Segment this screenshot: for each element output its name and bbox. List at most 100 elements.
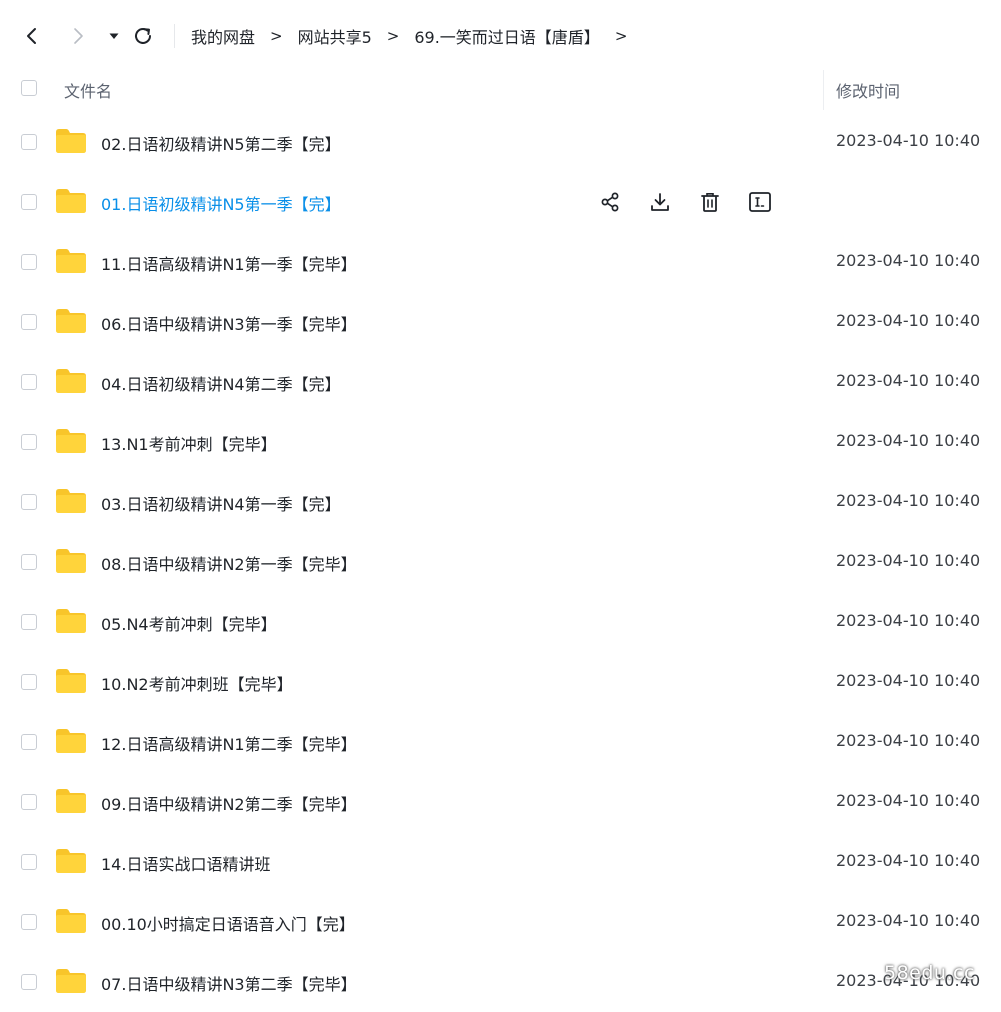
modified-time: 2023-04-10 10:40 (836, 791, 981, 810)
rename-button[interactable] (746, 188, 774, 216)
row-actions (596, 188, 796, 216)
column-header-name[interactable]: 文件名 (64, 78, 112, 102)
watermark: 58edu.cc (884, 962, 975, 984)
refresh-icon (135, 27, 151, 44)
chevron-right-icon (74, 28, 83, 44)
row-checkbox[interactable] (21, 614, 37, 630)
share-icon (601, 192, 619, 212)
row-checkbox[interactable] (21, 854, 37, 870)
navigation-bar: 我的网盘 > 网站共享5 > 69.一笑而过日语【唐盾】 > (0, 0, 1001, 70)
modified-time: 2023-04-10 10:40 (836, 671, 981, 690)
file-name[interactable]: 05.N4考前冲刺【完毕】 (101, 611, 277, 635)
breadcrumb-separator[interactable]: > (615, 27, 628, 45)
file-name[interactable]: 02.日语初级精讲N5第二季【完】 (101, 131, 341, 155)
rename-icon (749, 192, 771, 212)
file-row[interactable]: 00.10小时搞定日语语音入门【完】 2023-04-10 10:40 (0, 892, 1001, 952)
breadcrumb-separator: > (386, 27, 400, 45)
modified-time: 2023-04-10 10:40 (836, 551, 981, 570)
nav-divider (174, 24, 175, 48)
file-name[interactable]: 13.N1考前冲刺【完毕】 (101, 431, 277, 455)
modified-time: 2023-04-10 10:40 (836, 611, 981, 630)
file-name[interactable]: 14.日语实战口语精讲班 (101, 851, 270, 875)
file-name[interactable]: 11.日语高级精讲N1第一季【完毕】 (101, 251, 357, 275)
file-name[interactable]: 09.日语中级精讲N2第二季【完毕】 (101, 791, 357, 815)
file-row[interactable]: 12.日语高级精讲N1第二季【完毕】 2023-04-10 10:40 (0, 712, 1001, 772)
folder-icon (56, 609, 86, 633)
row-checkbox[interactable] (21, 554, 37, 570)
column-header-modified[interactable]: 修改时间 (836, 78, 900, 102)
file-row[interactable]: 03.日语初级精讲N4第一季【完】 2023-04-10 10:40 (0, 472, 1001, 532)
modified-time: 2023-04-10 10:40 (836, 911, 981, 930)
modified-time: 2023-04-10 10:40 (836, 131, 981, 150)
file-row[interactable]: 11.日语高级精讲N1第一季【完毕】 2023-04-10 10:40 (0, 232, 1001, 292)
file-row[interactable]: 04.日语初级精讲N4第二季【完】 2023-04-10 10:40 (0, 352, 1001, 412)
modified-time: 2023-04-10 10:40 (836, 491, 981, 510)
row-checkbox[interactable] (21, 794, 37, 810)
row-checkbox[interactable] (21, 914, 37, 930)
breadcrumb-item-root[interactable]: 我的网盘 (191, 24, 255, 48)
file-name[interactable]: 03.日语初级精讲N4第一季【完】 (101, 491, 341, 515)
list-header: 文件名 修改时间 (0, 66, 1001, 110)
file-name[interactable]: 08.日语中级精讲N2第一季【完毕】 (101, 551, 357, 575)
modified-time: 2023-04-10 10:40 (836, 431, 981, 450)
file-name[interactable]: 04.日语初级精讲N4第二季【完】 (101, 371, 341, 395)
file-name[interactable]: 07.日语中级精讲N3第二季【完毕】 (101, 971, 357, 995)
modified-time: 2023-04-10 10:40 (836, 731, 981, 750)
file-row[interactable]: 10.N2考前冲刺班【完毕】 2023-04-10 10:40 (0, 652, 1001, 712)
folder-icon (56, 549, 86, 573)
file-row[interactable]: 14.日语实战口语精讲班 2023-04-10 10:40 (0, 832, 1001, 892)
file-row[interactable]: 02.日语初级精讲N5第二季【完】 2023-04-10 10:40 (0, 112, 1001, 172)
file-name[interactable]: 10.N2考前冲刺班【完毕】 (101, 671, 293, 695)
breadcrumb-item-share[interactable]: 网站共享5 (298, 24, 372, 48)
column-divider[interactable] (823, 70, 824, 110)
folder-icon (56, 969, 86, 993)
file-row[interactable]: 09.日语中级精讲N2第二季【完毕】 2023-04-10 10:40 (0, 772, 1001, 832)
delete-button[interactable] (696, 188, 724, 216)
caret-down-icon (109, 33, 119, 39)
forward-button[interactable] (64, 22, 92, 50)
breadcrumb-separator: > (270, 27, 283, 45)
folder-icon (56, 789, 86, 813)
folder-icon (56, 249, 86, 273)
folder-icon (56, 849, 86, 873)
download-button[interactable] (646, 188, 674, 216)
row-checkbox[interactable] (21, 194, 37, 210)
folder-icon (56, 129, 86, 153)
file-row[interactable]: 13.N1考前冲刺【完毕】 2023-04-10 10:40 (0, 412, 1001, 472)
row-checkbox[interactable] (21, 674, 37, 690)
row-checkbox[interactable] (21, 374, 37, 390)
delete-icon (701, 193, 719, 212)
refresh-button[interactable] (129, 22, 157, 50)
breadcrumb-item-current[interactable]: 69.一笑而过日语【唐盾】 (414, 24, 599, 48)
file-name[interactable]: 06.日语中级精讲N3第一季【完毕】 (101, 311, 357, 335)
file-name[interactable]: 12.日语高级精讲N1第二季【完毕】 (101, 731, 357, 755)
row-checkbox[interactable] (21, 254, 37, 270)
folder-icon (56, 309, 86, 333)
folder-icon (56, 369, 86, 393)
modified-time: 2023-04-10 10:40 (836, 371, 981, 390)
file-name[interactable]: 00.10小时搞定日语语音入门【完】 (101, 911, 355, 935)
chevron-left-icon (27, 28, 36, 44)
modified-time: 2023-04-10 10:40 (836, 311, 981, 330)
history-dropdown-button[interactable] (100, 22, 128, 50)
row-checkbox[interactable] (21, 314, 37, 330)
file-row[interactable]: 01.日语初级精讲N5第一季【完】 (0, 172, 1001, 232)
folder-icon (56, 669, 86, 693)
file-row[interactable]: 05.N4考前冲刺【完毕】 2023-04-10 10:40 (0, 592, 1001, 652)
row-checkbox[interactable] (21, 734, 37, 750)
folder-icon (56, 729, 86, 753)
row-checkbox[interactable] (21, 134, 37, 150)
folder-icon (56, 189, 86, 213)
folder-icon (56, 489, 86, 513)
row-checkbox[interactable] (21, 974, 37, 990)
file-name[interactable]: 01.日语初级精讲N5第一季【完】 (101, 191, 341, 215)
file-row[interactable]: 07.日语中级精讲N3第二季【完毕】 2023-04-10 10:40 (0, 952, 1001, 1012)
file-row[interactable]: 06.日语中级精讲N3第一季【完毕】 2023-04-10 10:40 (0, 292, 1001, 352)
back-button[interactable] (18, 22, 46, 50)
select-all-checkbox[interactable] (21, 80, 37, 96)
row-checkbox[interactable] (21, 494, 37, 510)
file-row[interactable]: 08.日语中级精讲N2第一季【完毕】 2023-04-10 10:40 (0, 532, 1001, 592)
share-button[interactable] (596, 188, 624, 216)
row-checkbox[interactable] (21, 434, 37, 450)
folder-icon (56, 429, 86, 453)
